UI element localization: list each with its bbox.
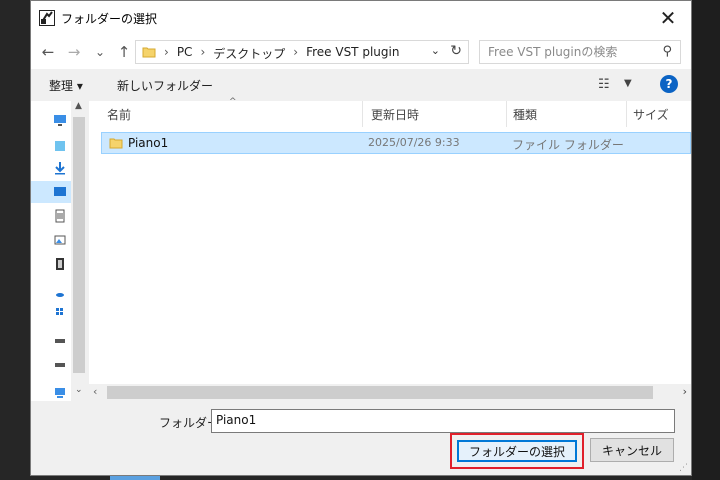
app-icon bbox=[39, 10, 55, 26]
new-folder-button[interactable]: 新しいフォルダー bbox=[117, 77, 213, 94]
pc-icon[interactable] bbox=[53, 113, 67, 127]
breadcrumb-separator: › bbox=[293, 45, 299, 59]
horizontal-scrollbar[interactable]: ‹ › bbox=[89, 384, 691, 401]
drive-icon[interactable] bbox=[53, 357, 67, 371]
breadcrumb-pc[interactable]: PC bbox=[177, 45, 193, 62]
breadcrumb: › PC › デスクトップ › Free VST plugin bbox=[164, 45, 399, 62]
search-input[interactable] bbox=[486, 44, 656, 60]
row-modified: 2025/07/26 9:33 bbox=[368, 136, 460, 149]
navigation-bar: ← → ⌄ ↑ › PC › デスクトップ › Free VST plugin … bbox=[31, 35, 691, 69]
table-row[interactable]: Piano1 2025/07/26 9:33 ファイル フォルダー bbox=[101, 132, 691, 154]
drive-icon[interactable] bbox=[53, 333, 67, 347]
folder-select-dialog: フォルダーの選択 ✕ ← → ⌄ ↑ › PC › デスクトップ › Free … bbox=[30, 0, 692, 476]
scroll-left-icon[interactable]: ‹ bbox=[93, 385, 97, 398]
recent-locations-icon[interactable]: ⌄ bbox=[91, 43, 109, 61]
scroll-up-icon[interactable]: ▲ bbox=[75, 101, 82, 111]
navigation-pane: ▲ ⌄ bbox=[31, 101, 87, 401]
folder-icon bbox=[109, 138, 123, 149]
up-arrow-icon[interactable]: ↑ bbox=[115, 43, 133, 61]
column-name-label: 名前 bbox=[107, 108, 132, 122]
column-header-modified[interactable]: 更新日時 bbox=[363, 101, 507, 127]
desktop-icon[interactable] bbox=[53, 185, 67, 199]
forward-arrow-icon[interactable]: → bbox=[65, 43, 83, 61]
background-right bbox=[692, 0, 720, 480]
breadcrumb-free-vst-plugin[interactable]: Free VST plugin bbox=[306, 45, 399, 62]
row-type: ファイル フォルダー bbox=[512, 138, 624, 152]
window-title: フォルダーの選択 bbox=[61, 12, 158, 26]
refresh-icon[interactable]: ↻ bbox=[450, 43, 462, 59]
organize-button[interactable]: 整理 ▾ bbox=[49, 77, 83, 94]
scroll-right-icon[interactable]: › bbox=[683, 385, 687, 398]
folder-name-field[interactable]: Piano1 bbox=[211, 409, 675, 433]
breadcrumb-desktop[interactable]: デスクトップ bbox=[213, 45, 285, 62]
pictures-icon[interactable] bbox=[53, 139, 67, 153]
apps-icon[interactable] bbox=[53, 305, 67, 319]
horizontal-scrollbar-thumb[interactable] bbox=[107, 386, 653, 399]
cancel-button[interactable]: キャンセル bbox=[590, 438, 674, 462]
column-header-name[interactable]: 名前 ^ bbox=[89, 97, 363, 127]
sort-ascending-icon: ^ bbox=[229, 97, 237, 107]
navigation-scrollbar[interactable]: ▲ ⌄ bbox=[71, 101, 87, 401]
file-list: 名前 ^ 更新日時 種類 サイズ Piano1 2025/07/26 9:33 … bbox=[89, 97, 691, 401]
scrollbar-thumb[interactable] bbox=[73, 117, 85, 373]
address-dropdown-icon[interactable]: ⌄ bbox=[431, 44, 440, 57]
videos-icon[interactable] bbox=[53, 257, 67, 271]
network-icon[interactable] bbox=[53, 385, 67, 399]
column-header-type[interactable]: 種類 bbox=[507, 101, 627, 127]
column-header-size[interactable]: サイズ bbox=[627, 101, 691, 127]
help-icon[interactable]: ? bbox=[660, 75, 678, 93]
toolbar: 整理 ▾ 新しいフォルダー ☷ ▼ ? bbox=[31, 69, 691, 101]
breadcrumb-separator: › bbox=[200, 45, 206, 59]
address-bar[interactable]: › PC › デスクトップ › Free VST plugin ⌄ ↻ bbox=[135, 40, 469, 64]
scroll-down-icon[interactable]: ⌄ bbox=[75, 385, 83, 395]
pictures-folder-icon[interactable] bbox=[53, 233, 67, 247]
row-name: Piano1 bbox=[128, 136, 169, 150]
title-bar: フォルダーの選択 ✕ bbox=[31, 1, 691, 35]
folder-icon bbox=[142, 47, 156, 58]
select-folder-highlight: フォルダーの選択 bbox=[450, 433, 584, 469]
back-arrow-icon[interactable]: ← bbox=[39, 43, 57, 61]
view-dropdown-icon[interactable]: ▼ bbox=[624, 78, 632, 89]
close-button[interactable]: ✕ bbox=[645, 1, 691, 35]
resize-grip-icon[interactable]: ⋰ bbox=[679, 463, 688, 473]
breadcrumb-separator: › bbox=[164, 45, 169, 59]
taskbar-indicator bbox=[110, 476, 160, 480]
search-icon[interactable]: ⚲ bbox=[662, 44, 672, 59]
view-options-icon[interactable]: ☷ bbox=[598, 77, 610, 92]
search-box[interactable]: ⚲ bbox=[479, 40, 681, 64]
dialog-footer: フォルダー: Piano1 フォルダーの選択 キャンセル ⋰ bbox=[31, 401, 691, 475]
downloads-icon[interactable] bbox=[53, 161, 67, 175]
select-folder-button[interactable]: フォルダーの選択 bbox=[457, 440, 577, 462]
onedrive-icon[interactable] bbox=[53, 287, 67, 301]
documents-icon[interactable] bbox=[53, 209, 67, 223]
